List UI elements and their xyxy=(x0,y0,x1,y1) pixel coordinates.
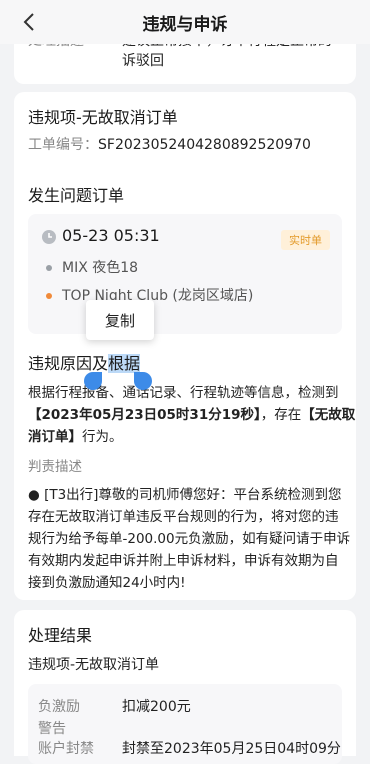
violation-type-part1: 【无故取 xyxy=(301,407,356,423)
result-card: 处理结果 违规项-无故取消订单 负激励 扣减200元 警告 账户封禁 封禁至20… xyxy=(14,610,356,764)
clock-icon xyxy=(42,230,56,244)
judgement-line: 接到负激励通知24小时内! xyxy=(28,575,186,591)
judgement-text: ● [T3出行]尊敬的司机师傅您好：平台系统检测到您 存在无故取消订单违反平台规… xyxy=(28,484,350,594)
back-button[interactable] xyxy=(16,9,42,35)
violation-reason-title-text: 违规原因及 xyxy=(28,354,109,373)
destination-dot-icon xyxy=(46,293,52,299)
ticket-number-value[interactable]: SF2023052404280892520970 xyxy=(98,137,311,153)
judgement-label: 判责描述 xyxy=(28,459,82,475)
violation-type-part2: 消订单】 xyxy=(28,429,82,445)
violation-reason-text: 根据行程报备、通话记录、行程轨迹等信息，检测到 【2023年05月23日05时3… xyxy=(28,382,355,448)
order-type-badge: 实时单 xyxy=(281,230,330,250)
handling-description-line2: 诉驳回 xyxy=(122,53,164,69)
result-row-value: 扣减200元 xyxy=(122,699,191,715)
reason-line-3: 消订单】行为。 xyxy=(28,426,348,448)
violation-reason-title: 违规原因及根据 xyxy=(28,350,141,374)
order-time: 05-23 05:31 xyxy=(62,226,160,245)
reason-end: 行为。 xyxy=(82,429,123,445)
result-row-value: 封禁至2023年05月25日04时09分 xyxy=(122,741,341,757)
origin-address: MIX 夜色18 xyxy=(62,260,139,276)
ticket-number-label: 工单编号： xyxy=(28,137,98,153)
result-row-label: 负激励 xyxy=(38,699,80,715)
judgement-line: ● [T3出行]尊敬的司机师傅您好：平台系统检测到您 xyxy=(28,487,342,503)
chevron-left-icon xyxy=(23,13,34,31)
origin-dot-icon xyxy=(46,265,52,271)
selected-text[interactable]: 根据 xyxy=(108,354,141,373)
page-title: 违规与申诉 xyxy=(142,14,228,35)
result-item: 违规项-无故取消订单 xyxy=(28,657,160,673)
copy-popup-button[interactable]: 复制 xyxy=(86,300,154,340)
result-row-label: 账户封禁 xyxy=(38,741,94,757)
violation-title: 违规项-无故取消订单 xyxy=(28,108,178,127)
result-title: 处理结果 xyxy=(28,626,93,645)
violation-time: 【2023年05月23日05时31分19秒】 xyxy=(28,407,261,423)
selection-handle-right[interactable] xyxy=(134,372,152,390)
violation-card: 违规项-无故取消订单 工单编号：SF2023052404280892520970… xyxy=(14,92,356,600)
reason-line-1: 根据行程报备、通话记录、行程轨迹等信息，检测到 xyxy=(28,385,339,401)
result-row-label: 警告 xyxy=(38,721,66,737)
ticket-number-row: 工单编号：SF2023052404280892520970 xyxy=(28,134,311,156)
selection-handle-left[interactable] xyxy=(84,372,102,390)
reason-mid: ，存在 xyxy=(260,407,302,423)
problem-order-title: 发生问题订单 xyxy=(28,186,125,205)
problem-order-box[interactable]: 05-23 05:31 实时单 MIX 夜色18 TOP Night Club … xyxy=(28,214,342,334)
nav-bar: 违规与申诉 xyxy=(0,0,370,44)
judgement-line: 规行为给予每单-200.00元负激励，如有疑问请于申诉 xyxy=(28,531,351,547)
reason-line-2: 【2023年05月23日05时31分19秒】，存在【无故取 xyxy=(28,404,355,426)
judgement-line: 存在无故取消订单违反平台规则的行为，将对您的违 xyxy=(28,509,339,525)
judgement-line: 有效期内发起申诉并附上申诉材料，申诉有效期为自 xyxy=(28,553,339,569)
